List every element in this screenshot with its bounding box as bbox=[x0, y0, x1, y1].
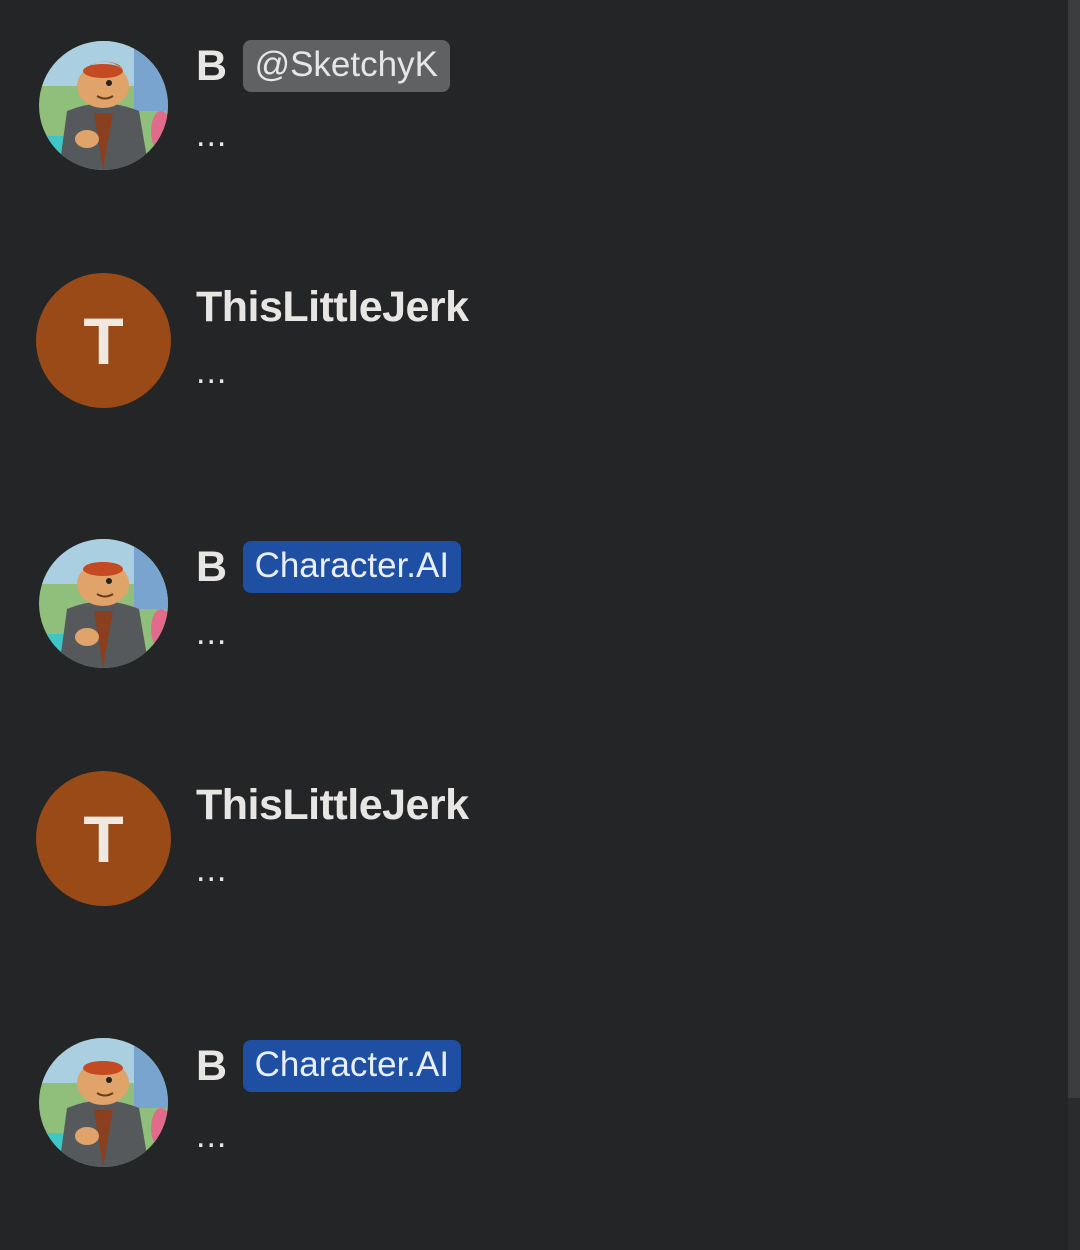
character-avatar[interactable] bbox=[39, 1038, 168, 1167]
chat-message: B @SketchyK ... bbox=[36, 38, 1036, 178]
character-avatar[interactable] bbox=[39, 41, 168, 170]
cartoon-character-icon bbox=[39, 1038, 168, 1167]
author-name[interactable]: ThisLittleJerk bbox=[196, 781, 469, 830]
user-avatar[interactable]: T bbox=[36, 771, 171, 906]
author-name[interactable]: ThisLittleJerk bbox=[196, 283, 469, 332]
message-text: ... bbox=[196, 353, 228, 391]
message-header: B Character.AI bbox=[196, 539, 462, 595]
avatar-letter: T bbox=[83, 303, 124, 378]
message-header: B Character.AI bbox=[196, 1038, 462, 1094]
user-avatar[interactable]: T bbox=[36, 273, 171, 408]
chat-message: B Character.AI ... bbox=[36, 1035, 1036, 1175]
message-header: B @SketchyK bbox=[196, 38, 450, 94]
chat-message: B Character.AI ... bbox=[36, 536, 1036, 676]
message-text: ... bbox=[196, 1117, 228, 1155]
scrollbar-thumb[interactable] bbox=[1068, 0, 1080, 1098]
message-header: ThisLittleJerk bbox=[196, 777, 469, 833]
message-text: ... bbox=[196, 851, 228, 889]
cartoon-character-icon bbox=[39, 539, 168, 668]
cartoon-character-icon bbox=[39, 41, 168, 170]
scrollbar[interactable] bbox=[1068, 0, 1080, 1250]
avatar-letter: T bbox=[83, 801, 124, 876]
chat-message: T ThisLittleJerk ... bbox=[36, 771, 1036, 911]
message-text: ... bbox=[196, 614, 228, 652]
message-header: ThisLittleJerk bbox=[196, 279, 469, 335]
character-ai-badge: Character.AI bbox=[242, 1040, 462, 1092]
author-name[interactable]: B bbox=[196, 543, 227, 592]
character-ai-badge: Character.AI bbox=[242, 541, 462, 593]
author-name[interactable]: B bbox=[196, 42, 227, 91]
character-avatar[interactable] bbox=[39, 539, 168, 668]
author-name[interactable]: B bbox=[196, 1042, 227, 1091]
creator-handle-badge[interactable]: @SketchyK bbox=[242, 40, 450, 92]
chat-message: T ThisLittleJerk ... bbox=[36, 273, 1036, 413]
message-text: ... bbox=[196, 116, 228, 154]
